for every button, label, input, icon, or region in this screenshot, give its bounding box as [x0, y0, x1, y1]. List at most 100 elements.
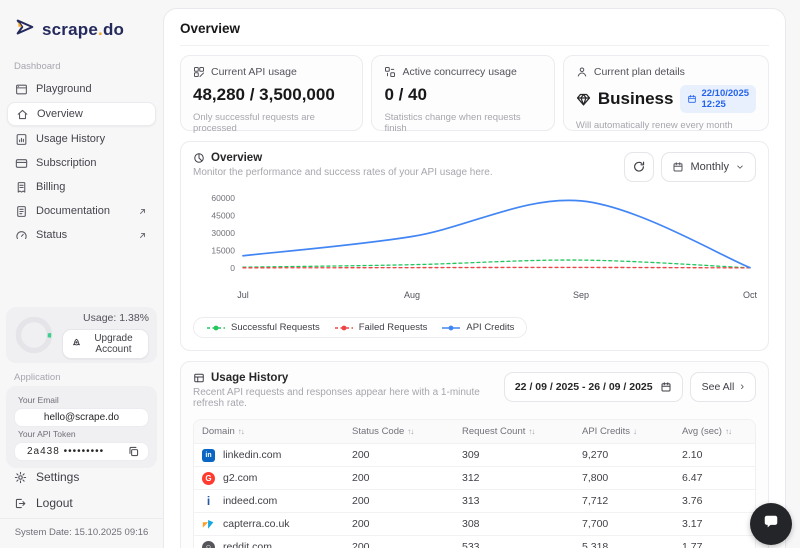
logout-link[interactable]: Logout: [14, 496, 73, 510]
usage-history-title: Usage History: [211, 372, 289, 384]
grid-percent-icon: [193, 66, 205, 78]
sidebar-item-status[interactable]: Status: [7, 224, 156, 246]
sidebar-item-label: Billing: [36, 181, 66, 193]
status-icon: [15, 229, 28, 242]
current-plan-card: Current plan details Business 22/10/2025…: [562, 55, 770, 131]
svg-text:Oct: Oct: [743, 290, 758, 300]
api-token-field[interactable]: 2a438 •••••••••: [14, 442, 149, 461]
copy-icon[interactable]: [127, 445, 140, 458]
column-header-status-code[interactable]: Status Code ↑↓: [352, 426, 462, 437]
table-row[interactable]: ☺ reddit.com 200 533 5,318 1.77: [194, 535, 755, 548]
chart-legend: Successful Requests Failed Requests API Cr…: [193, 317, 528, 338]
table-row[interactable]: Gg2.com 200 312 7,800 6.47: [194, 466, 755, 489]
calendar-icon: [672, 161, 684, 173]
documentation-icon: [15, 205, 28, 218]
sort-icon: ↑↓: [528, 427, 535, 436]
see-all-button[interactable]: See All ›: [689, 372, 756, 402]
sidebar-item-label: Documentation: [36, 205, 110, 217]
indeed-favicon: i: [206, 494, 211, 508]
legend-marker-icon: [207, 325, 225, 330]
sidebar-item-label: Playground: [36, 83, 92, 95]
upgrade-account-button[interactable]: Upgrade Account: [62, 328, 149, 359]
stat-cards-row: Current API usage 48,280 / 3,500,000 Onl…: [180, 55, 770, 134]
refresh-button[interactable]: [624, 152, 655, 182]
system-date: System Date: 15.10.2025 09:16: [0, 518, 163, 548]
table-header-row: Domain ↑↓ Status Code ↑↓ Request Count ↑↓ API …: [194, 420, 755, 443]
capterra-favicon: [202, 518, 215, 531]
table-row[interactable]: capterra.co.uk 200 308 7,700 3.17: [194, 512, 755, 535]
rocket-icon: [71, 338, 82, 349]
logo-text: scrape.do: [42, 19, 125, 39]
date-range-picker[interactable]: 22 / 09 / 2025 - 26 / 09 / 2025: [503, 372, 683, 402]
legend-item-failed-requests[interactable]: Failed Requests: [334, 322, 427, 333]
settings-link[interactable]: Settings: [14, 470, 79, 484]
svg-text:Sep: Sep: [573, 290, 589, 300]
column-header-request-count[interactable]: Request Count ↑↓: [462, 426, 582, 437]
table-icon: [193, 372, 205, 384]
calendar-icon: [687, 94, 697, 104]
email-field[interactable]: hello@scrape.do: [14, 408, 149, 427]
pie-chart-icon: [193, 152, 205, 164]
plan-name: Business: [597, 89, 674, 108]
sort-icon: ↑↓: [407, 427, 414, 436]
chevron-down-icon: [735, 162, 745, 172]
sidebar: scrape.do Dashboard Playground Overview Us…: [0, 0, 163, 548]
sidebar-item-label: Status: [36, 229, 68, 241]
gear-icon: [14, 471, 27, 484]
chat-widget-button[interactable]: [750, 503, 792, 545]
page-title: Overview: [180, 21, 769, 46]
usage-donut-gauge: [15, 316, 53, 354]
svg-text:45000: 45000: [211, 211, 235, 221]
api-usage-value: 48,280 / 3,500,000: [193, 85, 335, 104]
sidebar-section-label: Dashboard: [14, 61, 61, 72]
usage-history-subtitle: Recent API requests and responses appear…: [193, 387, 480, 409]
table-row[interactable]: i indeed.com 200 313 7,712 3.76: [194, 489, 755, 512]
sidebar-item-subscription[interactable]: Subscription: [7, 152, 156, 174]
refresh-icon: [632, 160, 646, 174]
reddit-favicon: ☺: [202, 540, 215, 548]
sidebar-item-billing[interactable]: Billing: [7, 176, 156, 198]
column-header-avg-sec-[interactable]: Avg (sec) ↑↓: [682, 426, 755, 437]
usage-history-icon: [15, 133, 28, 146]
column-header-api-credits[interactable]: API Credits ↓: [582, 426, 682, 437]
sidebar-item-label: Subscription: [36, 157, 97, 169]
calendar-icon: [660, 381, 672, 393]
sidebar-item-documentation[interactable]: Documentation: [7, 200, 156, 222]
usage-summary-card: Usage: 1.38% Upgrade Account: [6, 307, 157, 363]
billing-icon: [15, 181, 28, 194]
legend-marker-icon: [334, 325, 353, 330]
scrape-do-logo-icon: [14, 16, 36, 43]
usage-percentage-label: Usage: 1.38%: [83, 311, 149, 324]
sort-icon: ↑↓: [237, 427, 245, 436]
application-section-label: Application: [14, 372, 61, 383]
sidebar-item-label: Usage History: [36, 133, 106, 145]
svg-text:15000: 15000: [211, 246, 235, 256]
sidebar-item-usage-history[interactable]: Usage History: [7, 128, 156, 150]
g2-favicon: G: [202, 471, 215, 485]
sidebar-item-playground[interactable]: Playground: [7, 78, 156, 100]
chart-card-title: Overview: [211, 152, 263, 164]
period-select[interactable]: Monthly: [661, 152, 756, 182]
usage-history-table: Domain ↑↓ Status Code ↑↓ Request Count ↑↓ API …: [193, 419, 756, 548]
playground-icon: [15, 83, 28, 96]
current-api-usage-card: Current API usage 48,280 / 3,500,000 Onl…: [180, 55, 364, 134]
person-icon: [576, 66, 588, 78]
table-row[interactable]: in linkedin.com 200 309 9,270 2.10: [194, 443, 755, 466]
concurrency-icon: [384, 66, 396, 78]
sidebar-item-label: Overview: [37, 108, 83, 120]
usage-line-chart: 0 15000 30000 45000 60000 Jul Aug Sep Oct: [211, 193, 758, 300]
legend-item-successful-requests[interactable]: Successful Requests: [206, 322, 320, 333]
sidebar-item-overview[interactable]: Overview: [7, 102, 156, 126]
application-card: Your Email hello@scrape.do Your API Toke…: [6, 386, 157, 468]
column-header-domain[interactable]: Domain ↑↓: [202, 426, 352, 437]
chat-icon: [761, 512, 781, 537]
sidebar-nav: Playground Overview Usage History Subscript…: [0, 78, 163, 246]
svg-text:Jul: Jul: [237, 290, 249, 300]
chart-card-subtitle: Monitor the performance and success rate…: [193, 167, 493, 178]
legend-item-api-credits[interactable]: API Credits: [441, 322, 514, 333]
active-concurrency-card: Active concurrecy usage 0 / 40 Statistic…: [371, 55, 555, 134]
overview-chart-card: Overview Monitor the performance and suc…: [180, 141, 769, 351]
logo[interactable]: scrape.do: [0, 0, 163, 43]
chevron-right-icon: ›: [740, 381, 744, 393]
concurrency-value: 0 / 40: [384, 85, 427, 104]
